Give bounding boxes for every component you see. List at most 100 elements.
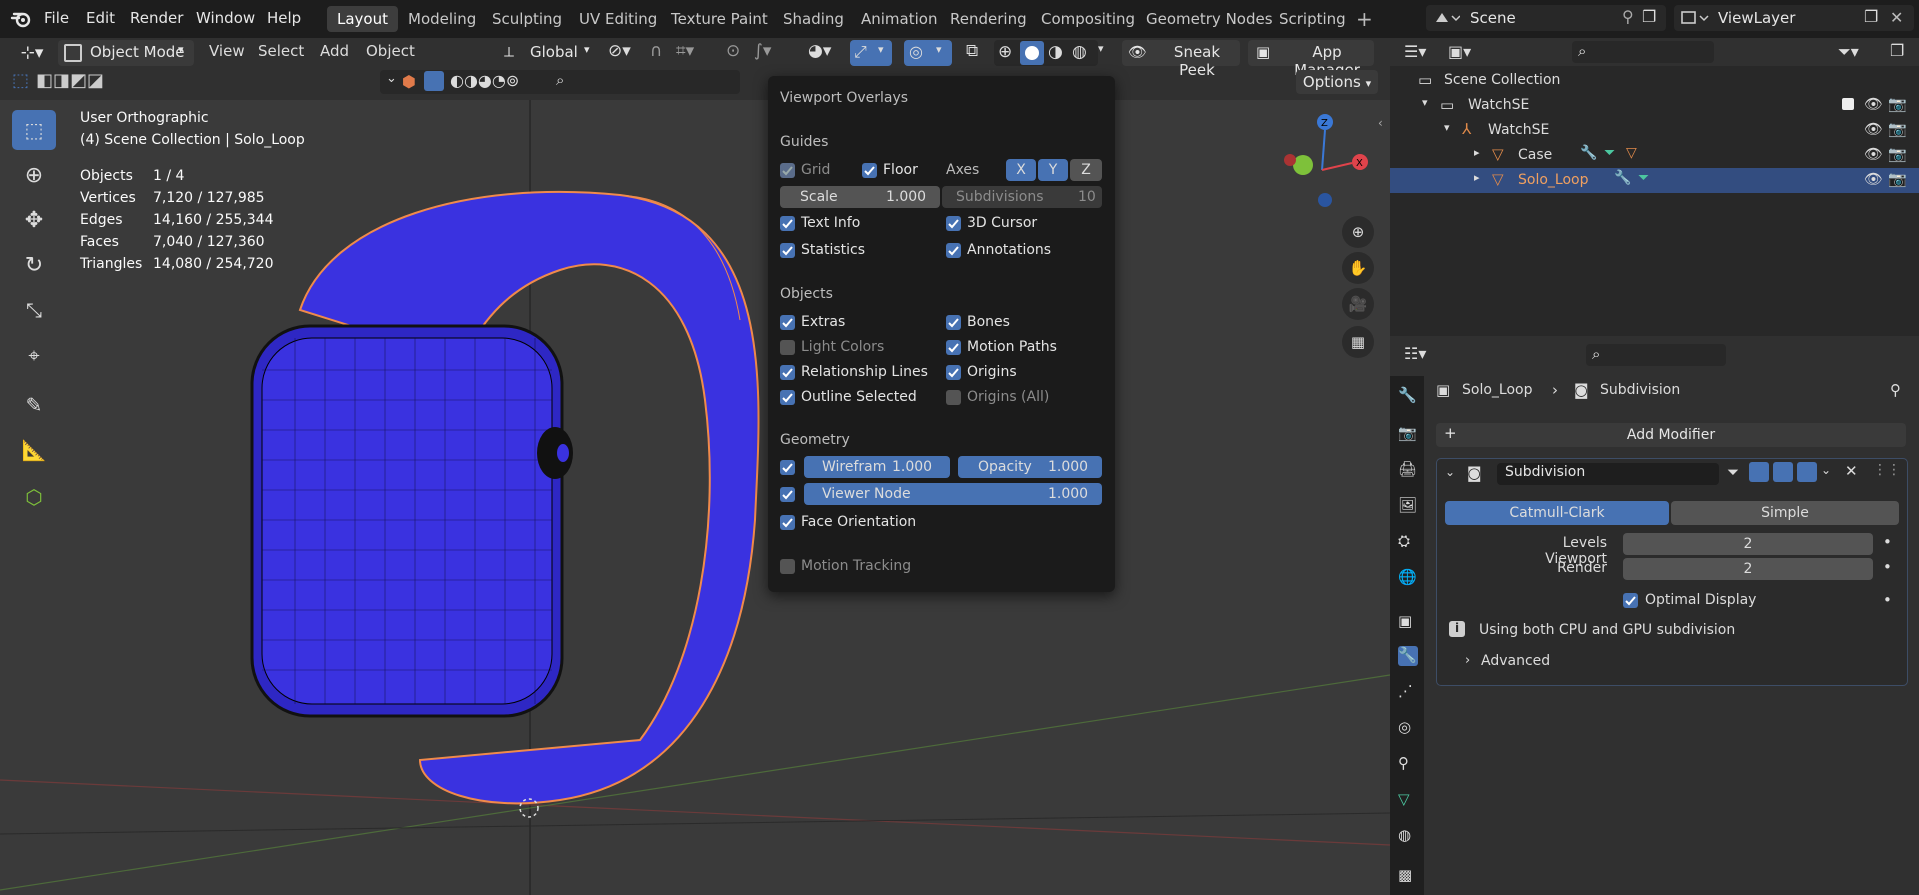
outliner-row-selected[interactable]: ▸ ▽ Solo_Loop 🔧 ⏷ 👁 📷 [1390,168,1919,193]
menu-object[interactable]: Object [366,42,415,60]
wireframe-checkbox[interactable] [780,460,795,475]
outliner-row[interactable]: ▾ ▭ WatchSE 👁 📷 [1390,93,1919,118]
drag-handle-icon[interactable]: ⋮⋮ [1873,462,1901,478]
keyframe-dot-icon[interactable]: • [1883,533,1892,551]
camera-view-button[interactable]: 🎥 [1342,288,1374,320]
new-scene-icon[interactable]: ❐ [1642,7,1656,26]
modifier-name-input[interactable]: Subdivision [1497,463,1719,485]
annotations-checkbox[interactable] [946,243,961,258]
wireframe-slider[interactable]: Wirefram 1.000 [804,456,950,478]
pin-icon[interactable]: ⚲ [1890,381,1901,399]
simple-button[interactable]: Simple [1671,501,1899,525]
rotate-tool-button[interactable]: ↻ [12,245,56,285]
advanced-section[interactable]: Advanced [1481,653,1550,669]
tab-rendering[interactable]: Rendering [940,6,1037,32]
pan-tool-button[interactable]: ✋ [1342,252,1374,284]
constraints-tab-icon[interactable]: ⚲ [1398,754,1418,774]
scene-selector[interactable]: Scene ⚲ ❐ [1426,5,1666,31]
snap-target-icon[interactable]: ⌗▾ [676,41,694,61]
pivot-icon[interactable]: ⊘▾ [608,41,631,61]
properties-search-input[interactable]: ⌕ [1586,344,1726,366]
eye-icon[interactable]: 👁 [1864,145,1883,163]
scale-tool-button[interactable]: ⤡ [12,290,56,330]
on-cage-icon[interactable] [1749,462,1769,482]
axis-z-toggle[interactable]: Z [1070,159,1102,181]
editor-type-icon[interactable]: ☷▾ [1404,344,1426,363]
extras-checkbox[interactable] [780,315,795,330]
bones-checkbox[interactable] [946,315,961,330]
optimal-display-checkbox[interactable] [1623,593,1638,608]
viewer-node-slider[interactable]: Viewer Node 1.000 [804,483,1102,505]
tab-uv-editing[interactable]: UV Editing [569,6,667,32]
add-modifier-button[interactable]: + Add Modifier [1436,423,1906,447]
options-button[interactable]: Options ▾ [1296,70,1378,94]
snap-icon[interactable]: ∩ [650,41,662,61]
tab-compositing[interactable]: Compositing [1031,6,1145,32]
expand-icon[interactable]: ▸ [1474,171,1480,184]
3d-cursor-checkbox[interactable] [946,216,961,231]
texture-tab-icon[interactable]: ▩ [1398,866,1418,886]
tab-animation[interactable]: Animation [851,6,947,32]
collapse-icon[interactable]: ⌄ [1445,465,1455,479]
keyframe-dot-icon[interactable]: • [1883,591,1892,609]
menu-render[interactable]: Render [130,9,183,27]
opacity-slider[interactable]: Opacity 1.000 [958,456,1102,478]
outliner-row[interactable]: ▾ ⅄ WatchSE 👁 📷 [1390,118,1919,143]
eye-icon[interactable]: 👁 [1864,170,1883,188]
outline-selected-checkbox[interactable] [780,390,795,405]
menu-edit[interactable]: Edit [86,9,115,27]
tab-texture-paint[interactable]: Texture Paint [661,6,778,32]
tab-geometry-nodes[interactable]: Geometry Nodes [1136,6,1283,32]
axis-y-toggle[interactable]: Y [1038,159,1068,181]
add-workspace-icon[interactable]: + [1356,7,1373,31]
render-tab-icon[interactable]: 📷 [1398,424,1418,444]
gizmo-y-axis[interactable] [1293,155,1313,175]
render-levels-field[interactable]: 2 [1623,558,1873,580]
pin-icon[interactable]: ⚲ [1622,7,1634,26]
gizmo-neg-z[interactable] [1318,193,1332,207]
expand-icon[interactable]: ▾ [1444,121,1450,134]
menu-add[interactable]: Add [320,42,349,60]
relationship-lines-checkbox[interactable] [780,365,795,380]
search-icon[interactable]: ⌕ [556,71,564,89]
realtime-icon[interactable] [1773,462,1793,482]
sidebar-toggle-icon[interactable]: ‹ [1378,116,1383,130]
tab-modeling[interactable]: Modeling [398,6,486,32]
tab-shading[interactable]: Shading [773,6,854,32]
app-manager-button[interactable]: ▣ App Manager [1248,40,1374,79]
expand-icon[interactable]: ▾ [1422,96,1428,109]
axis-x-toggle[interactable]: X [1006,159,1036,181]
mode-selector[interactable]: Object Mode ▾ [58,40,194,66]
tab-layout[interactable]: Layout [327,6,398,32]
eye-icon[interactable]: 👁 [1864,95,1883,113]
camera-render-icon[interactable]: 📷 [1888,170,1907,188]
select-box-icon[interactable]: ⬚ [12,70,29,91]
view-layer-tab-icon[interactable]: 🖼 [1398,496,1418,516]
chevron-right-icon[interactable]: › [1465,653,1470,668]
close-icon[interactable]: ✕ [1845,462,1858,480]
viewer-node-checkbox[interactable] [780,487,795,502]
sneak-peek-button[interactable]: 👁 Sneak Peek [1122,40,1240,79]
gizmo-toggle[interactable]: ⤢ ▾ [850,40,892,66]
expand-icon[interactable]: ▸ [1474,146,1480,159]
output-tab-icon[interactable]: 🖨 [1398,460,1418,480]
solid-shading-button[interactable] [1020,41,1044,65]
render-toggle-icon[interactable] [1797,462,1817,482]
xray-icon[interactable]: ⧉ [966,41,978,61]
material-icon[interactable]: ⬢ [402,72,416,91]
grid-checkbox[interactable] [780,163,795,178]
display-mode-icon[interactable]: ▣▾ [1448,42,1471,61]
edit-mode-icon[interactable]: ⏷ [1727,463,1739,481]
material-shading-icon[interactable]: ◑ [1048,42,1063,62]
falloff-icon[interactable]: ∫▾ [754,41,771,61]
rendered-shading-icon[interactable]: ◍ [1072,42,1087,62]
cursor-tool-button[interactable]: ⊕ [12,155,56,195]
camera-render-icon[interactable]: 📷 [1888,145,1907,163]
world-tab-icon[interactable]: 🌐 [1398,568,1418,588]
tab-scripting[interactable]: Scripting [1269,6,1356,32]
zoom-tool-button[interactable]: ⊕ [1342,216,1374,248]
proportional-edit-icon[interactable]: ⊙ [726,41,740,61]
scene-tab-icon[interactable]: ⛭ [1398,532,1418,552]
tab-sculpting[interactable]: Sculpting [482,6,572,32]
new-viewlayer-icon[interactable]: ❐ [1864,7,1878,26]
